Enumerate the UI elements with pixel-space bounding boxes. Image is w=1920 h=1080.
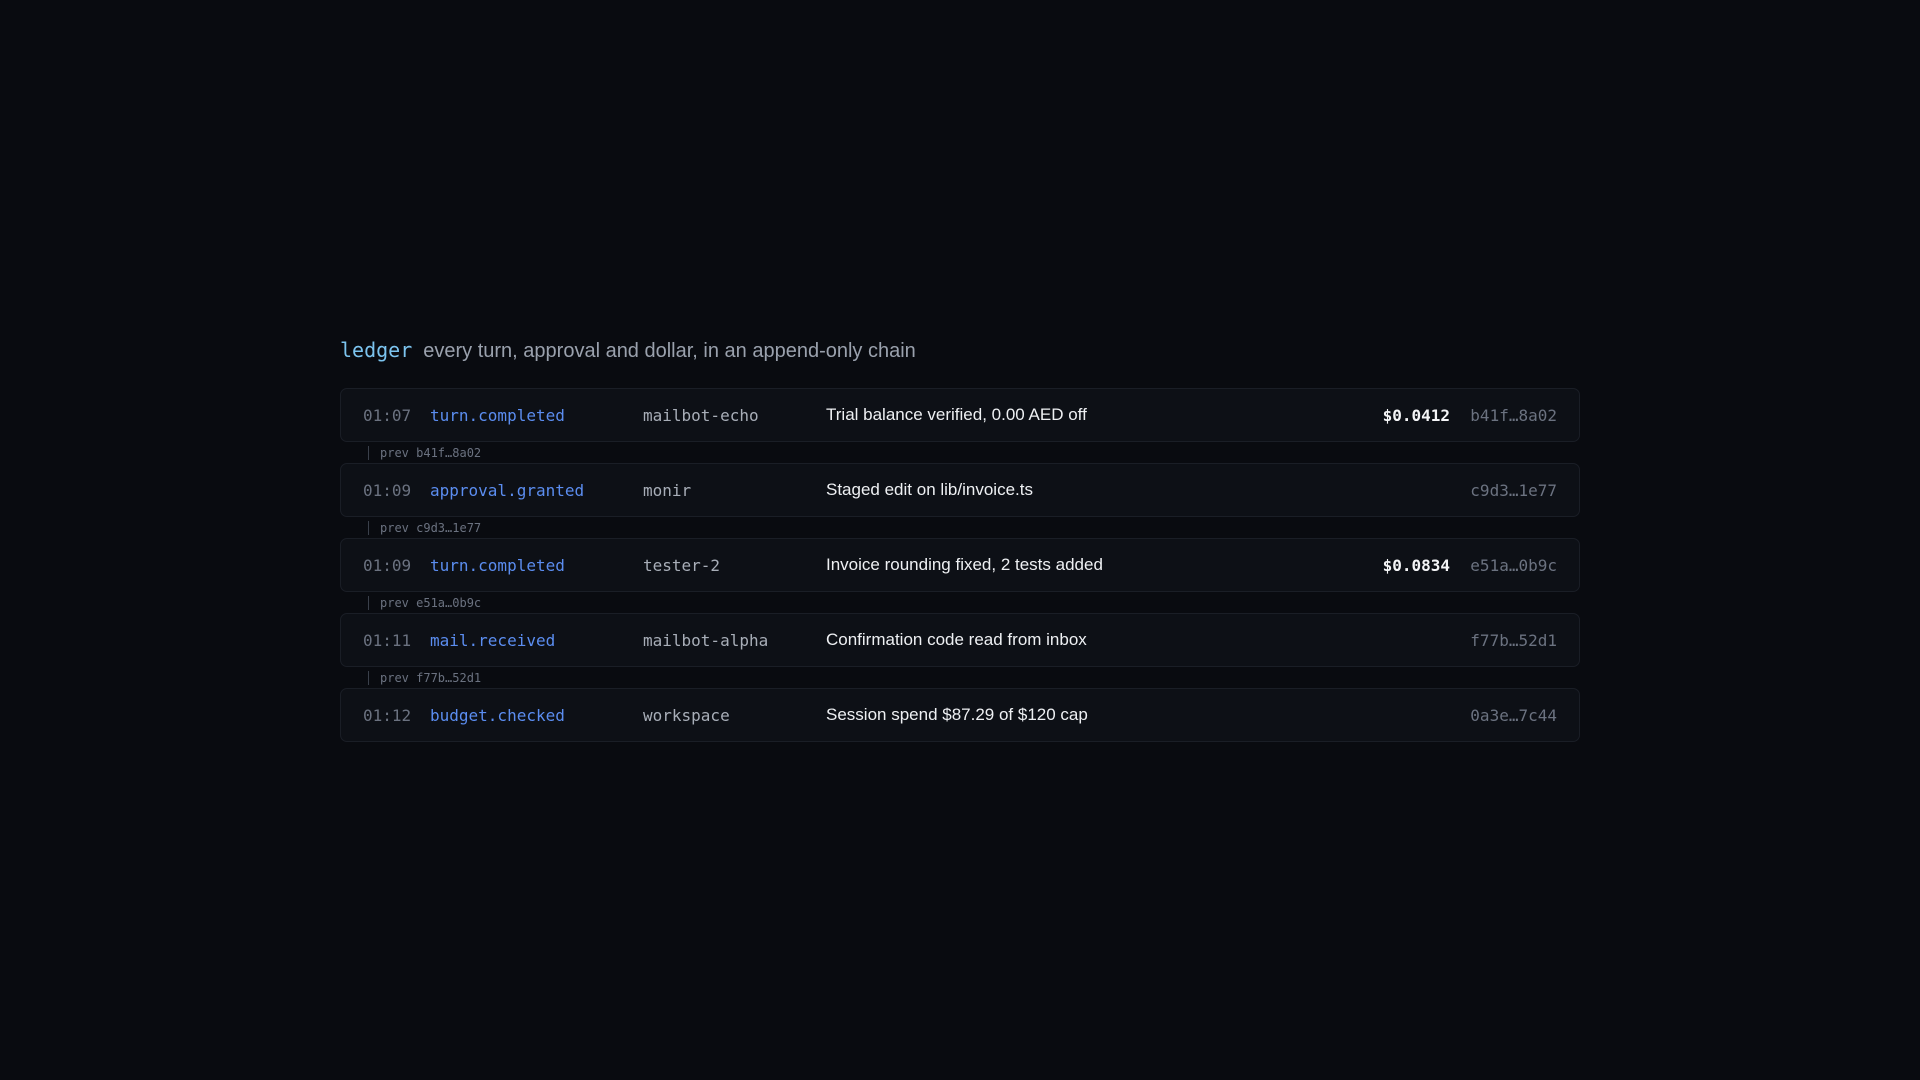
chain-link-bar bbox=[368, 445, 369, 460]
entry-description: Staged edit on lib/invoice.ts bbox=[826, 480, 1033, 499]
entry-event-type: turn.completed bbox=[430, 555, 565, 575]
chain-link-label: prev e51a…0b9c bbox=[380, 595, 482, 610]
chain-link: prev b41f…8a02 bbox=[340, 442, 1580, 463]
entry-event-type: turn.completed bbox=[430, 405, 565, 425]
entry-actor: workspace bbox=[643, 705, 730, 725]
chain-link-label: prev c9d3…1e77 bbox=[380, 520, 482, 535]
ledger-entry[interactable]: 01:12 budget.checked workspace Session s… bbox=[340, 688, 1580, 742]
ledger-entry[interactable]: 01:09 turn.completed tester-2 Invoice ro… bbox=[340, 538, 1580, 592]
entry-time: 01:11 bbox=[363, 630, 412, 650]
entry-hash: e51a…0b9c bbox=[1470, 555, 1557, 575]
chain-link-label: prev b41f…8a02 bbox=[380, 445, 482, 460]
entry-event-type: approval.granted bbox=[430, 480, 585, 500]
entry-cost: $0.0412 bbox=[1382, 405, 1450, 425]
entry-actor: mailbot-alpha bbox=[643, 630, 769, 650]
chain-link-bar bbox=[368, 670, 369, 685]
entry-description: Session spend $87.29 of $120 cap bbox=[826, 705, 1088, 724]
entry-event-type: budget.checked bbox=[430, 705, 565, 725]
entry-hash: b41f…8a02 bbox=[1470, 405, 1557, 425]
entry-time: 01:12 bbox=[363, 705, 412, 725]
ledger-entry[interactable]: 01:07 turn.completed mailbot-echo Trial … bbox=[340, 388, 1580, 442]
entry-description: Invoice rounding fixed, 2 tests added bbox=[826, 555, 1103, 574]
entry-actor: monir bbox=[643, 480, 692, 500]
ledger-title: ledger bbox=[340, 338, 413, 362]
entry-description: Confirmation code read from inbox bbox=[826, 630, 1087, 649]
entry-description: Trial balance verified, 0.00 AED off bbox=[826, 405, 1087, 424]
entry-hash: 0a3e…7c44 bbox=[1470, 705, 1557, 725]
entry-cost: $0.0834 bbox=[1382, 555, 1450, 575]
ledger-header: ledger every turn, approval and dollar, … bbox=[340, 338, 1580, 366]
ledger-subtitle: every turn, approval and dollar, in an a… bbox=[423, 340, 916, 362]
entry-hash: c9d3…1e77 bbox=[1470, 480, 1557, 500]
chain-link: prev f77b…52d1 bbox=[340, 667, 1580, 688]
entry-actor: mailbot-echo bbox=[643, 405, 759, 425]
ledger-entry[interactable]: 01:11 mail.received mailbot-alpha Confir… bbox=[340, 613, 1580, 667]
chain-link-bar bbox=[368, 520, 369, 535]
entry-time: 01:09 bbox=[363, 555, 412, 575]
chain-link: prev e51a…0b9c bbox=[340, 592, 1580, 613]
entry-time: 01:07 bbox=[363, 405, 412, 425]
chain-link-bar bbox=[368, 595, 369, 610]
chain-link: prev c9d3…1e77 bbox=[340, 517, 1580, 538]
chain-link-label: prev f77b…52d1 bbox=[380, 670, 482, 685]
entry-event-type: mail.received bbox=[430, 630, 556, 650]
entry-time: 01:09 bbox=[363, 480, 412, 500]
ledger-panel: ledger every turn, approval and dollar, … bbox=[340, 338, 1580, 742]
entry-actor: tester-2 bbox=[643, 555, 721, 575]
entry-hash: f77b…52d1 bbox=[1470, 630, 1557, 650]
ledger-entry[interactable]: 01:09 approval.granted monir Staged edit… bbox=[340, 463, 1580, 517]
